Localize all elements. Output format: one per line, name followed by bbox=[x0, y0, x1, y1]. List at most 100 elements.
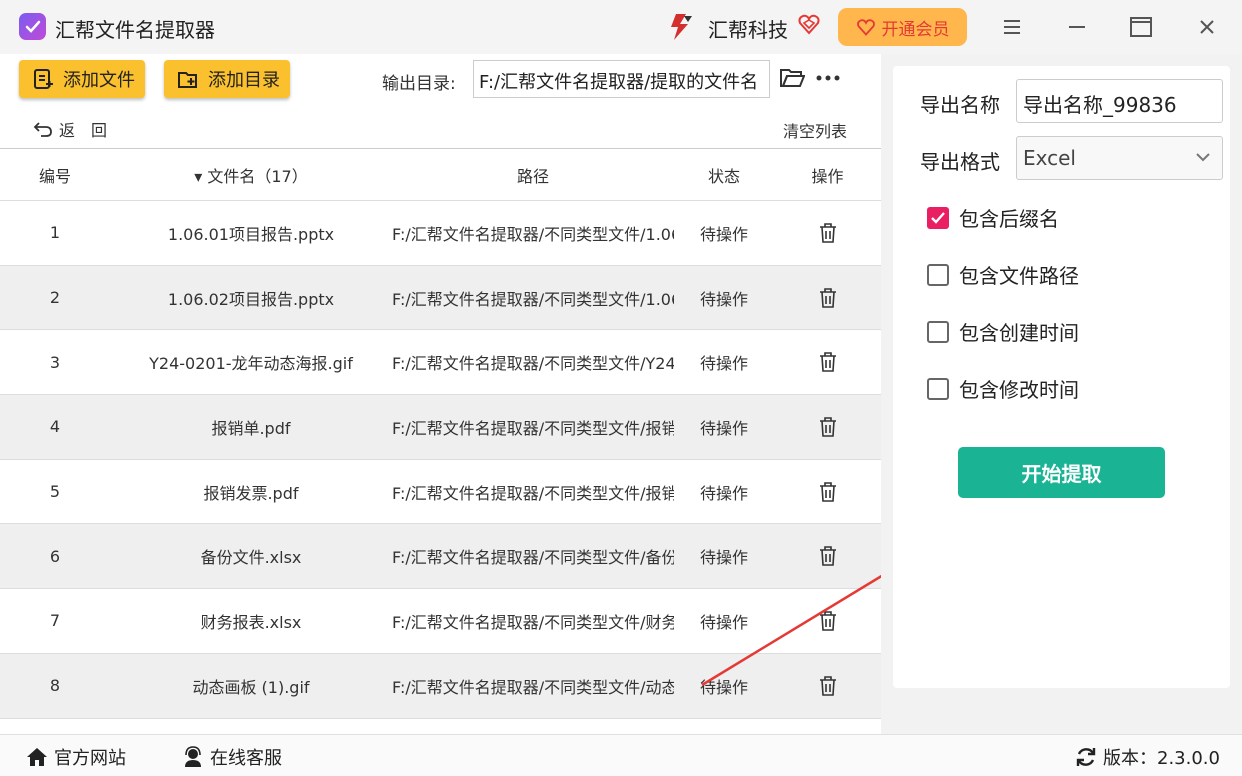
cell-name: 1.06.01项目报告.pptx bbox=[167, 224, 335, 244]
cell-num: 6 bbox=[49, 546, 61, 566]
cell-op bbox=[774, 223, 881, 243]
include-path-checkbox[interactable]: 包含文件路径 bbox=[927, 260, 1079, 289]
add-folder-icon bbox=[178, 72, 197, 88]
table-row[interactable]: 3 Y24-0201-龙年动态海报.gif F:/汇帮文件名提取器/不同类型文件/Y… bbox=[0, 330, 881, 396]
menu-button[interactable] bbox=[999, 14, 1025, 40]
table-row[interactable]: 4 报销单.pdf F:/汇帮文件名提取器/不同类型文件/报销 待操作 bbox=[0, 395, 881, 460]
add-file-label: 添加文件 bbox=[63, 70, 135, 91]
cell-name: 报销单.pdf bbox=[211, 418, 291, 438]
table-header: 编号 ▾ 文件名（17） 路径 状态 操作 bbox=[0, 149, 881, 201]
back-arrow-icon bbox=[33, 122, 52, 137]
maximize-icon bbox=[1130, 17, 1152, 37]
add-directory-button[interactable]: 添加目录 bbox=[164, 60, 290, 98]
back-label: 返 回 bbox=[59, 121, 108, 140]
version-info[interactable]: 版本：2.3.0.0 bbox=[1075, 744, 1220, 770]
cell-status: 待操作 bbox=[699, 224, 748, 244]
back-button[interactable]: 返 回 bbox=[33, 117, 107, 141]
sort-caret-icon: ▾ bbox=[194, 166, 203, 186]
cell-name: Y24-0201-龙年动态海报.gif bbox=[149, 354, 353, 374]
close-icon bbox=[1200, 20, 1214, 34]
app-logo-icon bbox=[19, 13, 46, 40]
cell-path: F:/汇帮文件名提取器/不同类型文件/报销 bbox=[392, 483, 674, 503]
output-dir-label: 输出目录: bbox=[382, 74, 456, 94]
cell-op bbox=[774, 352, 881, 373]
main-area: 添加文件 添加目录 输出目录: F:/汇帮文件名提取器/提取的文件名 返 回 清… bbox=[0, 54, 990, 734]
header-name[interactable]: ▾ 文件名（17） bbox=[110, 163, 392, 187]
cell-num: 2 bbox=[49, 288, 61, 308]
minimize-button[interactable] bbox=[1064, 14, 1090, 40]
start-extract-button[interactable]: 开始提取 bbox=[958, 447, 1165, 498]
footer: 官方网站 在线客服 版本：2.3.0.0 bbox=[0, 734, 1242, 776]
cell-num: 7 bbox=[49, 611, 61, 631]
heart-icon bbox=[798, 14, 820, 35]
official-website-link[interactable]: 官方网站 bbox=[26, 744, 126, 770]
cell-name: 备份文件.xlsx bbox=[200, 548, 302, 568]
add-file-icon bbox=[34, 69, 53, 89]
export-format-value: Excel bbox=[1023, 146, 1076, 170]
header-path: 路径 bbox=[516, 166, 549, 186]
add-file-button[interactable]: 添加文件 bbox=[19, 60, 145, 98]
heart-icon bbox=[856, 19, 875, 36]
brand-name: 汇帮科技 bbox=[708, 18, 788, 42]
cell-path: F:/汇帮文件名提取器/不同类型文件/1.06 bbox=[392, 289, 674, 309]
cell-status: 待操作 bbox=[699, 418, 748, 438]
clear-list-button[interactable]: 清空列表 bbox=[783, 118, 847, 142]
output-dir-input[interactable]: F:/汇帮文件名提取器/提取的文件名 bbox=[473, 60, 770, 98]
title-bar: 汇帮文件名提取器 汇帮科技 开通会员 bbox=[0, 0, 1242, 54]
vip-label: 开通会员 bbox=[881, 19, 950, 40]
maximize-button[interactable] bbox=[1128, 14, 1154, 40]
more-icon[interactable] bbox=[815, 68, 841, 88]
table-row[interactable]: 1 1.06.01项目报告.pptx F:/汇帮文件名提取器/不同类型文件/1.06… bbox=[0, 201, 881, 266]
cell-num: 8 bbox=[49, 676, 61, 696]
cell-name: 1.06.02项目报告.pptx bbox=[167, 289, 335, 309]
export-name-input[interactable]: 导出名称_99836 bbox=[1016, 79, 1223, 123]
folder-open-icon[interactable] bbox=[779, 66, 805, 90]
vip-button[interactable]: 开通会员 bbox=[838, 8, 967, 46]
cell-name: 动态画板 (1).gif bbox=[192, 677, 310, 697]
cell-name: 报销发票.pdf bbox=[203, 483, 299, 503]
trash-icon[interactable] bbox=[819, 352, 837, 373]
include-path-label: 包含文件路径 bbox=[959, 264, 1079, 288]
chevron-down-icon bbox=[1196, 153, 1210, 162]
trash-icon[interactable] bbox=[819, 417, 837, 437]
header-status: 状态 bbox=[707, 166, 740, 186]
cell-num: 1 bbox=[49, 223, 61, 243]
refresh-icon bbox=[1076, 748, 1096, 766]
cell-num: 4 bbox=[49, 417, 61, 437]
include-created-checkbox[interactable]: 包含创建时间 bbox=[927, 317, 1079, 346]
cell-op bbox=[774, 417, 881, 437]
cell-path: F:/汇帮文件名提取器/不同类型文件/备份 bbox=[392, 548, 674, 568]
cell-num: 5 bbox=[49, 482, 61, 502]
export-format-select[interactable]: Excel bbox=[1016, 136, 1223, 180]
online-support-label: 在线客服 bbox=[210, 748, 282, 769]
hamburger-icon bbox=[1004, 20, 1020, 34]
official-website-label: 官方网站 bbox=[54, 748, 126, 769]
export-name-label: 导出名称 bbox=[920, 93, 1000, 117]
add-directory-label: 添加目录 bbox=[208, 70, 280, 91]
table-row[interactable]: 2 1.06.02项目报告.pptx F:/汇帮文件名提取器/不同类型文件/1.06… bbox=[0, 265, 881, 331]
online-support-link[interactable]: 在线客服 bbox=[182, 744, 282, 770]
trash-icon[interactable] bbox=[819, 287, 837, 308]
checkbox-icon bbox=[927, 320, 949, 343]
include-created-label: 包含创建时间 bbox=[959, 321, 1079, 345]
cell-path: F:/汇帮文件名提取器/不同类型文件/报销 bbox=[392, 418, 674, 438]
version-label: 版本：2.3.0.0 bbox=[1103, 748, 1220, 769]
trash-icon[interactable] bbox=[819, 223, 837, 243]
checkbox-icon bbox=[927, 263, 949, 286]
close-button[interactable] bbox=[1194, 14, 1220, 40]
home-icon bbox=[27, 748, 47, 766]
cell-path: F:/汇帮文件名提取器/不同类型文件/Y24- bbox=[392, 354, 674, 374]
support-agent-icon bbox=[185, 746, 201, 767]
cell-op bbox=[774, 287, 881, 308]
cell-name: 财务报表.xlsx bbox=[200, 612, 302, 632]
cell-path: F:/汇帮文件名提取器/不同类型文件/1.06 bbox=[392, 224, 674, 244]
export-format-label: 导出格式 bbox=[920, 150, 1000, 174]
header-op: 操作 bbox=[811, 166, 844, 186]
app-title: 汇帮文件名提取器 bbox=[55, 18, 215, 42]
cell-status: 待操作 bbox=[699, 354, 748, 374]
checkbox-checked-icon bbox=[927, 206, 949, 229]
include-suffix-checkbox[interactable]: 包含后缀名 bbox=[927, 203, 1059, 232]
include-modified-checkbox[interactable]: 包含修改时间 bbox=[927, 374, 1079, 403]
include-modified-label: 包含修改时间 bbox=[959, 378, 1079, 402]
include-suffix-label: 包含后缀名 bbox=[959, 207, 1059, 231]
